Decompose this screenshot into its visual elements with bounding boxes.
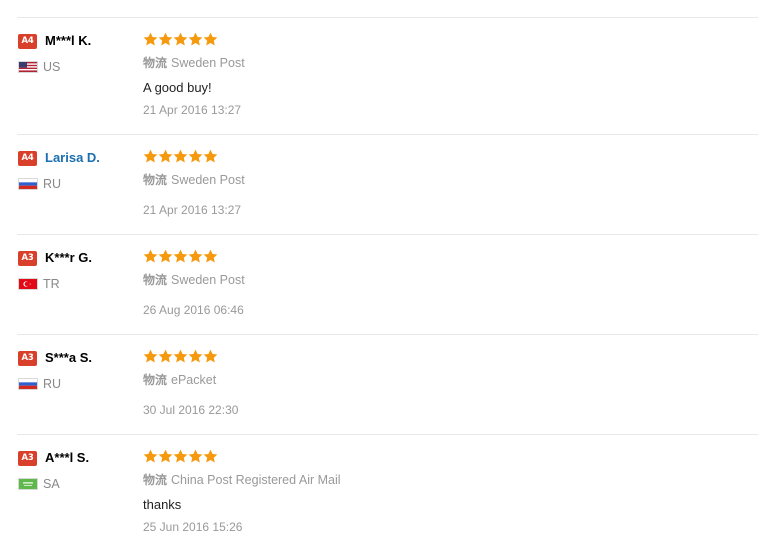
star-icon: [188, 349, 203, 365]
review-date: 26 Aug 2016 06:46: [143, 303, 244, 317]
buyer-level-badge: A3: [18, 251, 37, 266]
us-flag-icon: [18, 61, 38, 73]
star-icon: [203, 149, 218, 165]
tr-flag-icon: [18, 278, 38, 290]
buyer-level-badge: A4: [18, 151, 37, 166]
reviewer-country: RU: [43, 377, 62, 391]
logistics-info: 物流 China Post Registered Air Mail: [143, 472, 341, 488]
reviewer-country: RU: [43, 177, 62, 191]
star-icon: [158, 349, 173, 365]
star-rating: [143, 32, 218, 48]
star-icon: [203, 249, 218, 265]
star-icon: [173, 449, 188, 465]
logistics-info: 物流 Sweden Post: [143, 272, 245, 288]
star-rating: [143, 449, 218, 465]
star-icon: [173, 349, 188, 365]
star-icon: [143, 349, 158, 365]
logistics-label: 物流: [143, 373, 168, 387]
logistics-label: 物流: [143, 56, 168, 70]
star-icon: [188, 149, 203, 165]
buyer-level-badge: A3: [18, 451, 37, 466]
review-item: A3 A***l S. SA 物流 China Post Registered A…: [17, 435, 758, 538]
star-rating: [143, 349, 218, 365]
star-icon: [188, 249, 203, 265]
review-comment: thanks: [143, 497, 182, 512]
feedback-list: A4 M***l K. US 物流 Sweden Post A good buy!…: [0, 0, 758, 538]
reviewer-name: A***l S.: [45, 450, 90, 465]
reviewer-country: SA: [43, 477, 60, 491]
review-item: A3 K***r G. TR 物流 Sweden Post 26 Aug 2016…: [17, 235, 758, 335]
buyer-level-badge: A3: [18, 351, 37, 366]
review-item: A3 S***a S. RU 物流 ePacket 30 Jul 2016 22:…: [17, 335, 758, 435]
star-icon: [173, 149, 188, 165]
star-icon: [173, 249, 188, 265]
star-icon: [188, 32, 203, 48]
star-icon: [188, 449, 203, 465]
shipping-method: Sweden Post: [171, 173, 245, 187]
star-icon: [158, 149, 173, 165]
shipping-method: Sweden Post: [171, 273, 245, 287]
star-rating: [143, 149, 218, 165]
ru-flag-icon: [18, 378, 38, 390]
ru-flag-icon: [18, 178, 38, 190]
review-date: 30 Jul 2016 22:30: [143, 403, 239, 417]
reviewer-country: US: [43, 60, 61, 74]
shipping-method: ePacket: [171, 373, 217, 387]
buyer-level-badge: A4: [18, 34, 37, 49]
star-icon: [158, 449, 173, 465]
logistics-info: 物流 ePacket: [143, 372, 216, 388]
reviewer-name: S***a S.: [45, 350, 92, 365]
logistics-info: 物流 Sweden Post: [143, 172, 245, 188]
star-icon: [158, 32, 173, 48]
logistics-label: 物流: [143, 273, 168, 287]
review-item: A4 M***l K. US 物流 Sweden Post A good buy!…: [17, 18, 758, 135]
star-icon: [143, 149, 158, 165]
review-item: A4 Larisa D. RU 物流 Sweden Post 21 Apr 201…: [17, 135, 758, 235]
logistics-info: 物流 Sweden Post: [143, 55, 245, 71]
star-icon: [203, 32, 218, 48]
star-icon: [203, 349, 218, 365]
star-rating: [143, 249, 218, 265]
review-date: 21 Apr 2016 13:27: [143, 203, 242, 217]
shipping-method: China Post Registered Air Mail: [171, 473, 341, 487]
reviewer-name-link[interactable]: Larisa D.: [45, 150, 100, 166]
review-date: 21 Apr 2016 13:27: [143, 103, 242, 117]
star-icon: [173, 32, 188, 48]
logistics-label: 物流: [143, 173, 168, 187]
star-icon: [158, 249, 173, 265]
review-comment: A good buy!: [143, 80, 212, 95]
review-date: 25 Jun 2016 15:26: [143, 520, 243, 534]
reviewer-name: K***r G.: [45, 250, 92, 265]
star-icon: [143, 449, 158, 465]
shipping-method: Sweden Post: [171, 56, 245, 70]
star-icon: [143, 32, 158, 48]
star-icon: [143, 249, 158, 265]
sa-flag-icon: [18, 478, 38, 490]
logistics-label: 物流: [143, 473, 168, 487]
star-icon: [203, 449, 218, 465]
reviewer-name: M***l K.: [45, 33, 92, 48]
reviewer-country: TR: [43, 277, 60, 291]
